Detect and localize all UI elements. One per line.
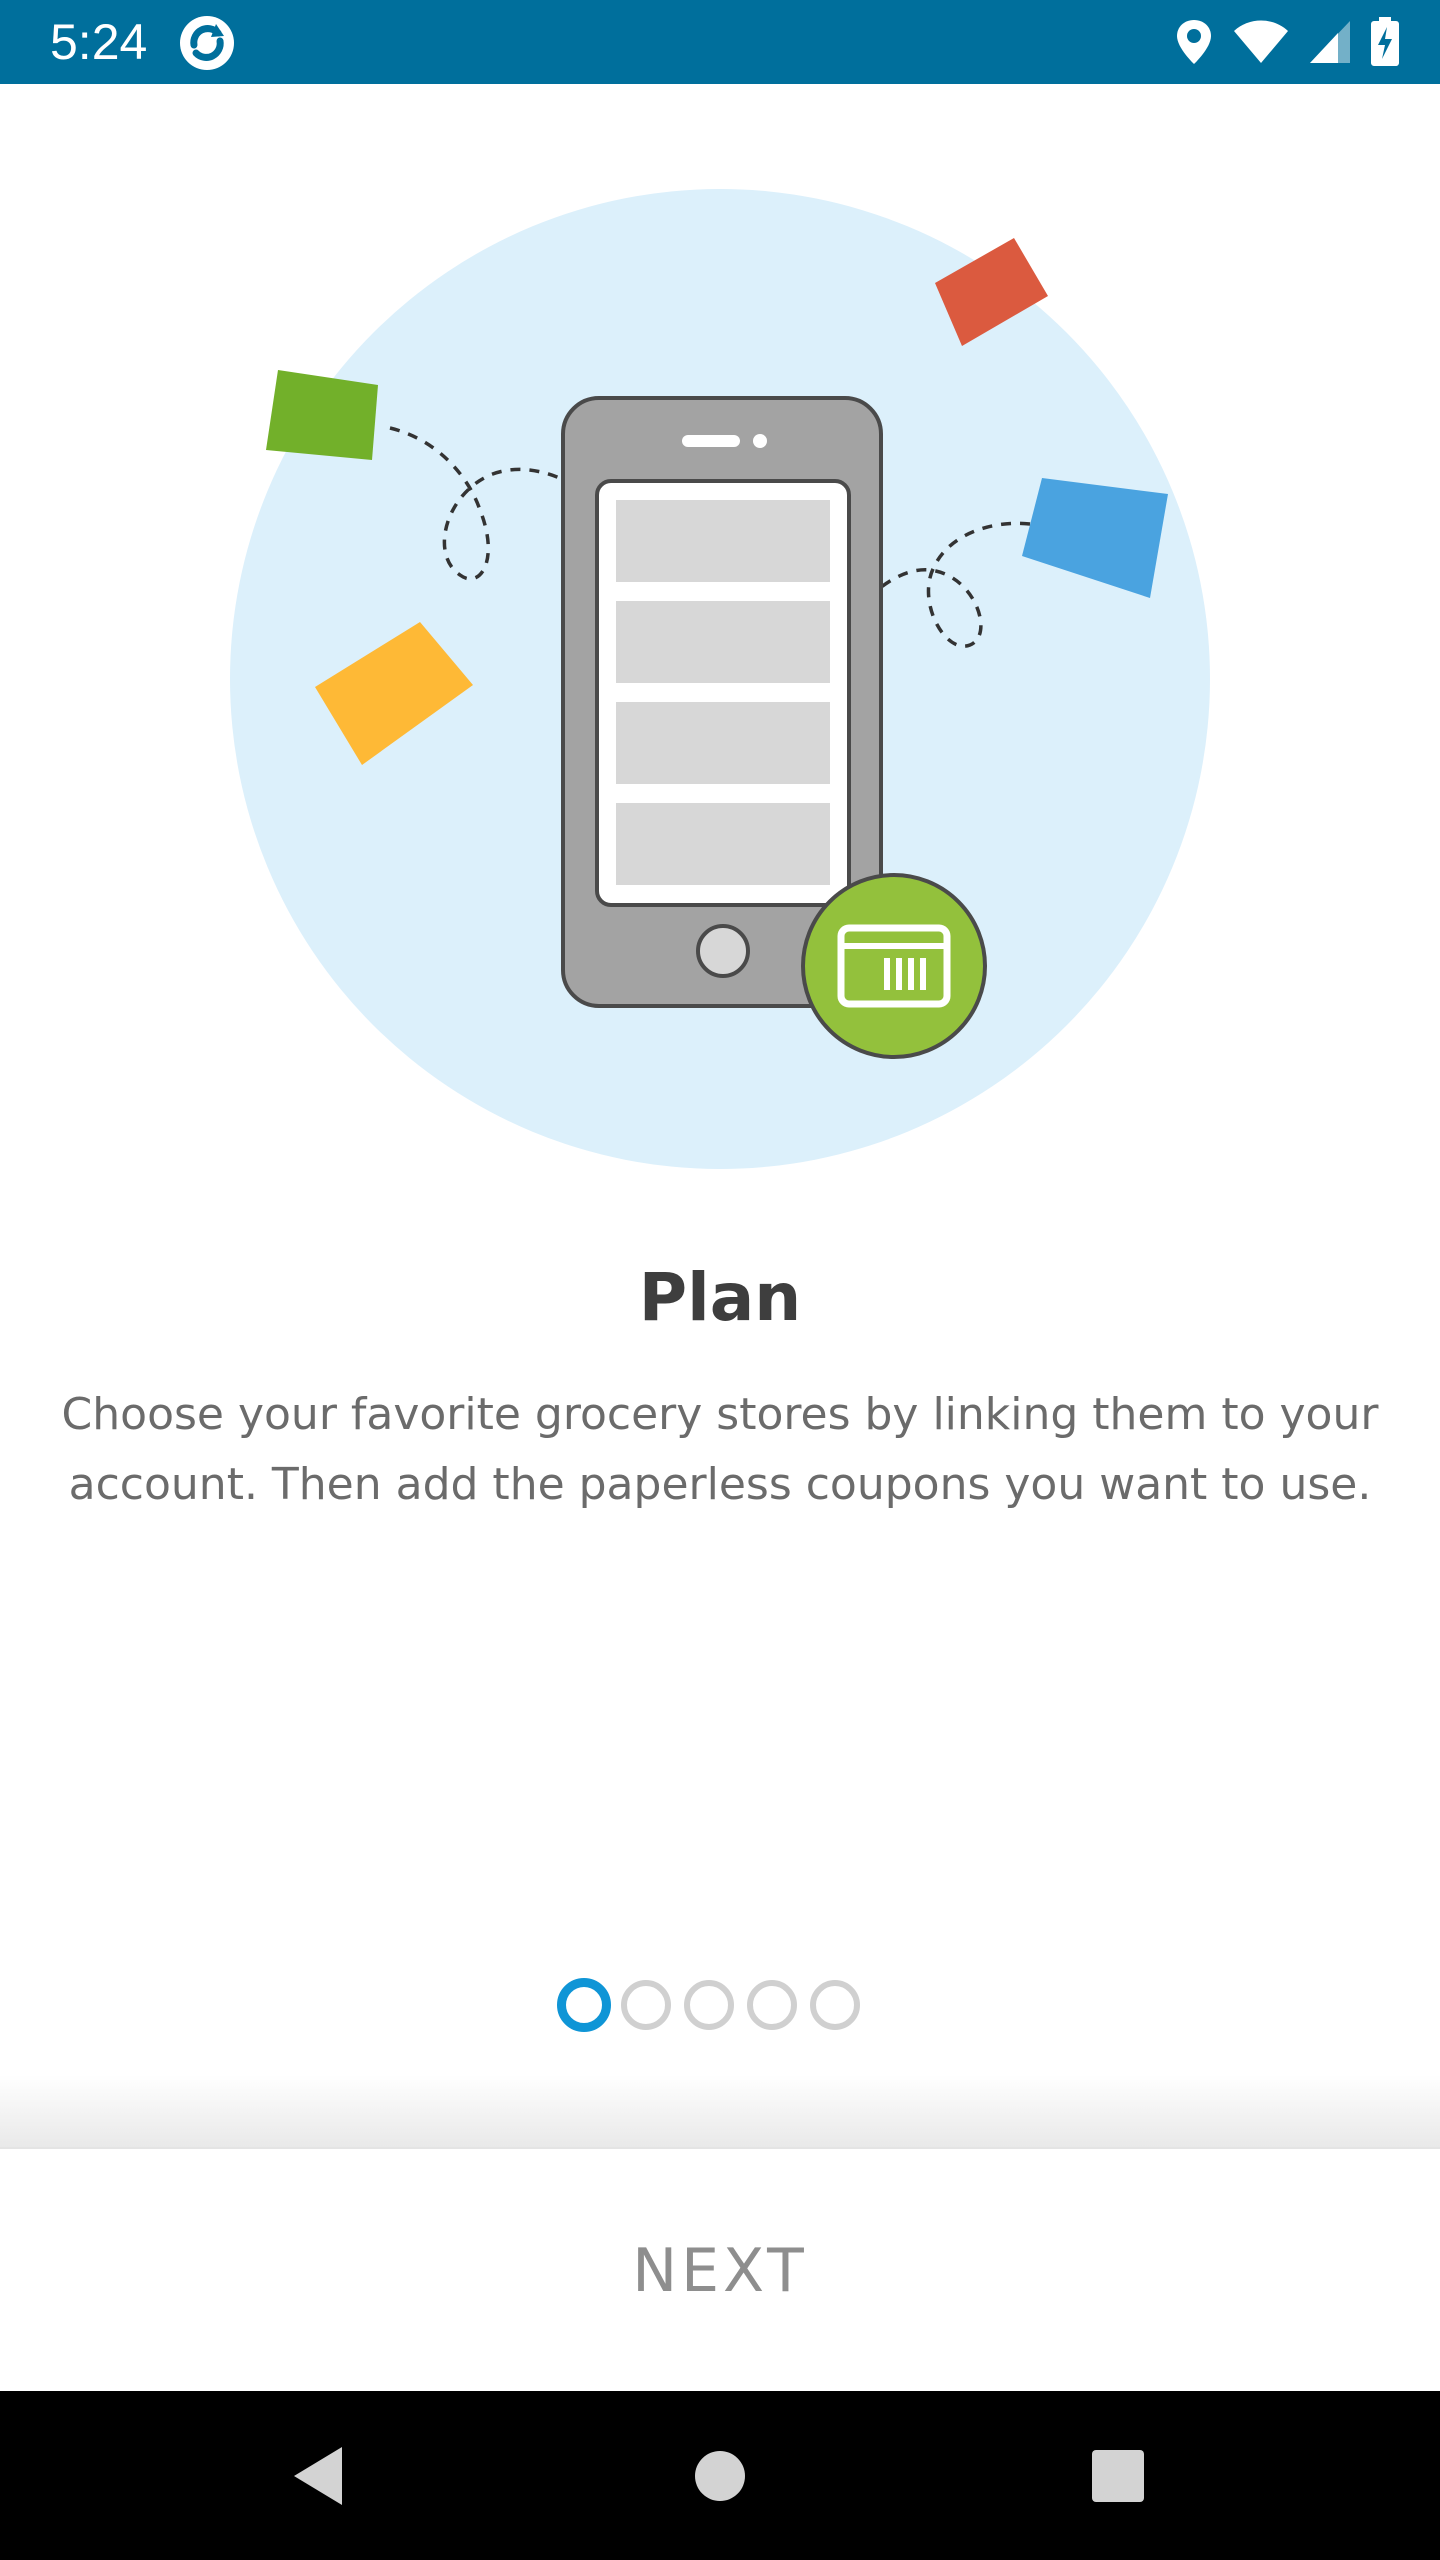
page-dot-4[interactable] [747,1980,797,2030]
page-dot-1[interactable] [557,1978,611,2032]
coupon-badge [801,873,987,1059]
footer-shadow [0,2075,1440,2147]
navigation-bar [0,2391,1440,2560]
page-dot-3[interactable] [684,1980,734,2030]
wifi-icon [1234,20,1288,63]
page-dot-5[interactable] [810,1980,860,2030]
page-indicator [0,1978,1440,2036]
footer: NEXT [0,2147,1440,2391]
recents-button[interactable] [1068,2431,1168,2521]
green-flag [266,370,378,460]
page-title: Plan [638,1259,802,1336]
location-icon [1177,20,1211,64]
signal-icon [1310,21,1350,63]
status-bar: 5:24 [0,0,1440,84]
phone-with-coupon-card-illustration [230,189,1210,1169]
home-icon [695,2451,745,2501]
next-button[interactable]: NEXT [0,2149,1440,2393]
battery-charging-icon [1371,17,1399,66]
home-button[interactable] [670,2431,770,2521]
page-description: Choose your favorite grocery stores by l… [61,1389,1379,1510]
recents-icon [1092,2450,1144,2502]
app-refresh-icon [180,16,234,70]
back-icon [294,2447,342,2505]
back-button[interactable] [268,2431,368,2521]
page-dot-2[interactable] [621,1980,671,2030]
status-time: 5:24 [50,14,148,70]
status-icons [1174,14,1400,70]
